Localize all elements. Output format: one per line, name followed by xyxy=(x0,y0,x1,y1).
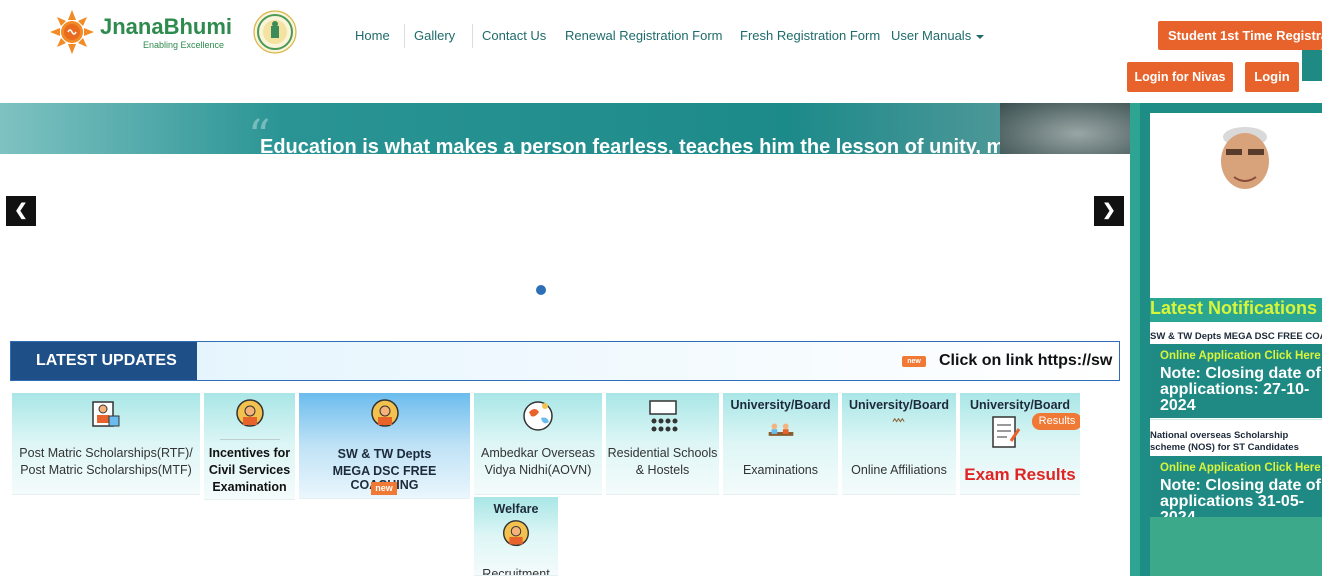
tile-post-matric[interactable]: Post Matric Scholarships(RTF)/ Post Matr… xyxy=(12,393,200,495)
notifications-list: SW & TW Depts MEGA DSC FREE COACHING Onl… xyxy=(1150,322,1322,517)
new-badge: new xyxy=(371,482,397,495)
closing-date-note: applications 31-05- xyxy=(1160,493,1305,510)
carousel-next-button[interactable]: ❯ xyxy=(1094,196,1124,226)
panel-footer xyxy=(1150,517,1322,576)
carousel-indicator[interactable] xyxy=(536,285,546,295)
latest-updates-label: LATEST UPDATES xyxy=(11,342,197,380)
tile-exam-results-label: Exam Results xyxy=(964,465,1076,484)
tile-recruitment-label: Recruitment xyxy=(482,567,550,576)
page: JnanaBhumi Enabling Excellence Home Gall… xyxy=(0,0,1322,576)
closing-date-note: Note: Closing date of xyxy=(1160,477,1321,494)
student-registration-button[interactable]: Student 1st Time Registration xyxy=(1158,21,1322,50)
tile-university-title: University/Board xyxy=(730,398,831,412)
updates-marquee-link[interactable]: Click on link https://sw xyxy=(939,352,1112,370)
gear-person-icon xyxy=(235,399,264,427)
online-application-link[interactable]: Online Application Click Here xyxy=(1160,350,1321,362)
login-nivas-button[interactable]: Login for Nivas xyxy=(1127,62,1233,92)
closing-date-note: Note: Closing date of xyxy=(1160,365,1321,382)
tile-affiliations-label: Online Affiliations xyxy=(851,463,947,477)
nav-divider xyxy=(404,24,405,48)
results-badge: Results xyxy=(1032,413,1080,430)
student-registration-label: Student 1st Time Registration xyxy=(1168,28,1322,43)
tile-examinations-label: Examinations xyxy=(742,463,819,477)
nav-gallery[interactable]: Gallery xyxy=(414,28,455,43)
login-nivas-label: Login for Nivas xyxy=(1134,70,1226,84)
closing-date-note: applications: 27-10- xyxy=(1160,381,1310,398)
updates-marquee: new Click on link https://sw xyxy=(197,342,1119,380)
nav-fresh-registration[interactable]: Fresh Registration Form xyxy=(740,28,880,43)
carousel-prev-button[interactable]: ❮ xyxy=(6,196,36,226)
exam-desk-icon xyxy=(768,423,793,436)
login-button[interactable]: Login xyxy=(1245,62,1299,92)
tile-residential-schools[interactable]: Residential Schools & Hostels xyxy=(606,393,719,495)
tile-sw-tw-title: SW & TW Depts xyxy=(337,447,432,461)
tile-divider xyxy=(219,439,280,440)
tile-sw-tw-depts[interactable]: SW & TW Depts MEGA DSC FREE COACHING new xyxy=(299,393,470,499)
closing-date-note: 2024 xyxy=(1160,510,1196,518)
classroom-icon xyxy=(648,400,677,432)
notification-divider xyxy=(1150,419,1322,420)
exam-sheet-icon xyxy=(991,416,1020,448)
nav-user-manuals[interactable]: User Manuals xyxy=(891,28,985,43)
tile-welfare-recruitment[interactable]: Welfare Recruitment xyxy=(474,497,558,576)
nav-contact-us[interactable]: Contact Us xyxy=(482,28,546,43)
brand-tagline: Enabling Excellence xyxy=(143,40,225,50)
banner-quote-text: Education is what makes a person fearles… xyxy=(260,136,1049,154)
nav-user-manuals-label: User Manuals xyxy=(891,28,972,43)
new-badge: new xyxy=(902,356,926,367)
header-accent-block xyxy=(1302,50,1322,81)
panel-border xyxy=(1130,103,1140,576)
tile-ambedkar-label: Ambedkar Overseas Vidya Nidhi(AOVN) xyxy=(481,446,595,477)
banner-portrait xyxy=(1000,103,1130,154)
student-certificate-icon xyxy=(92,401,120,427)
latest-notifications-heading: Latest Notifications xyxy=(1150,298,1322,322)
notification-title: National overseas Scholarship xyxy=(1150,430,1289,441)
gear-person-icon xyxy=(370,399,399,427)
state-emblem-icon xyxy=(253,10,297,54)
tile-incentives[interactable]: Incentives for Civil Services Examinatio… xyxy=(204,393,295,500)
notification-body: Online Application Click Here Note: Clos… xyxy=(1150,344,1322,418)
tile-university-title: University/Board xyxy=(969,398,1071,412)
chevron-down-icon xyxy=(976,34,985,39)
header: JnanaBhumi Enabling Excellence Home Gall… xyxy=(0,0,1322,103)
gear-person-icon xyxy=(502,520,530,547)
leader-portrait xyxy=(1221,127,1269,189)
globe-icon xyxy=(523,401,553,431)
brand-name: JnanaBhumi xyxy=(100,14,233,39)
banner-slide: “ Education is what makes a person fearl… xyxy=(0,103,1130,154)
tile-ambedkar-overseas[interactable]: Ambedkar Overseas Vidya Nidhi(AOVN) xyxy=(474,393,602,495)
tile-incentives-label: Incentives for Civil Services Examinatio… xyxy=(208,446,291,494)
tile-post-matric-label: Post Matric Scholarships(RTF)/ Post Matr… xyxy=(19,446,193,477)
tile-university-title: University/Board xyxy=(848,398,950,412)
notification-body: Online Application Click Here Note: Clos… xyxy=(1150,456,1322,517)
nav-renewal-registration[interactable]: Renewal Registration Form xyxy=(565,28,723,43)
affiliation-icon xyxy=(892,417,905,423)
login-label: Login xyxy=(1254,69,1290,84)
tile-welfare-title: Welfare xyxy=(493,502,539,516)
latest-updates-bar: LATEST UPDATES new Click on link https:/… xyxy=(10,341,1120,381)
nav-divider xyxy=(472,24,473,48)
nav-home[interactable]: Home xyxy=(355,28,390,43)
carousel xyxy=(0,154,1130,334)
closing-date-note: 2024 xyxy=(1160,397,1196,414)
tile-residential-label: Residential Schools & Hostels xyxy=(607,446,718,477)
tile-university-examinations[interactable]: University/Board Examinations xyxy=(723,393,838,495)
tile-university-affiliations[interactable]: University/Board Online Affiliations xyxy=(842,393,956,495)
online-application-link[interactable]: Online Application Click Here xyxy=(1160,462,1321,474)
notification-title: scheme (NOS) for ST Candidates xyxy=(1150,442,1299,453)
notification-title: SW & TW Depts MEGA DSC FREE COACHING xyxy=(1150,331,1322,342)
tile-university-results[interactable]: University/Board Results Exam Results xyxy=(960,393,1080,495)
